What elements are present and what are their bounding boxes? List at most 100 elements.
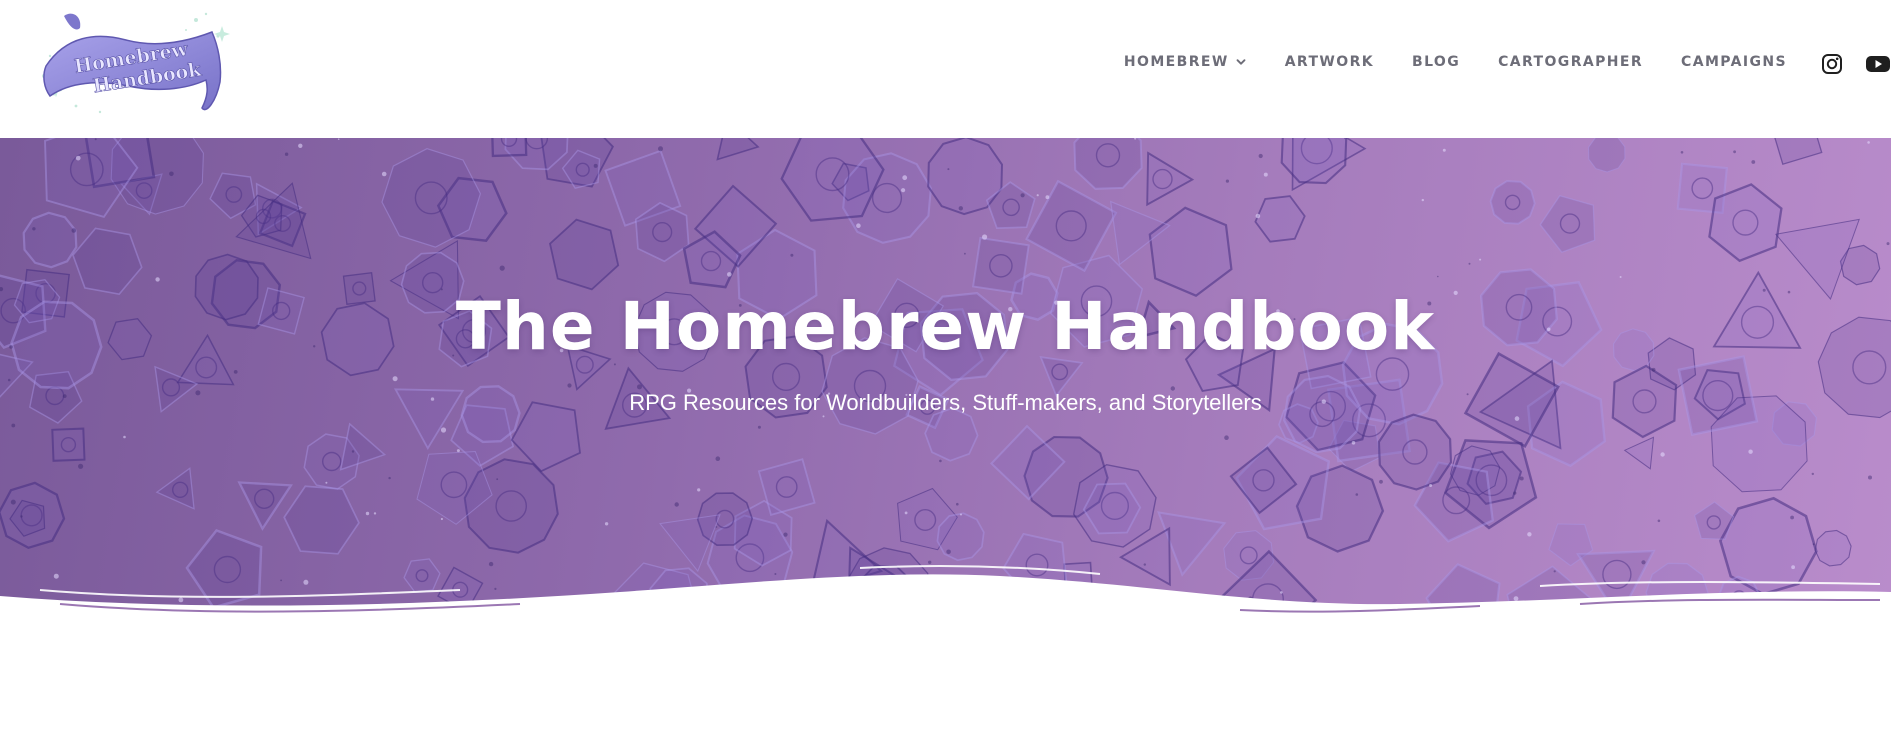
sparkle-dot <box>1379 479 1383 484</box>
instagram-icon[interactable] <box>1821 53 1843 75</box>
sparkle-dot <box>155 277 160 282</box>
sparkle-dot <box>1660 452 1665 457</box>
sparkle-dot <box>958 206 963 211</box>
sparkle-dot <box>284 152 289 156</box>
sparkle-dot <box>947 168 950 171</box>
sparkle-dot <box>697 488 701 492</box>
sparkle-dot <box>1619 276 1622 278</box>
sparkle-dot <box>75 155 81 161</box>
sparkle-dot <box>904 511 908 515</box>
dice-shape <box>339 422 387 471</box>
sparkle-dot <box>658 146 663 152</box>
hero-bottom-brush-edge <box>0 565 1891 618</box>
dice-shape <box>51 427 86 462</box>
dice-shape <box>22 211 78 269</box>
sparkle-dot <box>1258 153 1263 159</box>
nav-item-label: CARTOGRAPHER <box>1498 54 1644 70</box>
sparkle-dot <box>1811 472 1815 476</box>
nav-item-label: ARTWORK <box>1284 54 1374 70</box>
sparkle-dot <box>351 450 355 453</box>
youtube-icon[interactable] <box>1865 53 1891 75</box>
sparkle-dot <box>1255 213 1261 219</box>
sparkle-dot <box>392 376 398 382</box>
sparkle-dot <box>1733 150 1736 154</box>
sparkle-dot <box>790 253 794 257</box>
sparkle-dot <box>715 526 718 528</box>
sparkle-dot <box>727 272 732 277</box>
sparkle-dot <box>233 370 238 374</box>
site-header: Homebrew Handbook HOMEBREW ARTWORK BLOG … <box>0 0 1891 138</box>
sparkle-dot <box>964 252 966 255</box>
sparkle-dot <box>1437 275 1439 278</box>
sparkle-dot <box>901 188 906 193</box>
sparkle-dot <box>783 532 788 537</box>
dice-shape <box>1623 436 1655 470</box>
sparkle-dot <box>1479 258 1482 261</box>
nav-item-cartographer[interactable]: CARTOGRAPHER <box>1498 54 1643 70</box>
sparkle-dot <box>939 459 942 463</box>
dice-shape <box>1587 138 1626 173</box>
hero-subtitle: RPG Resources for Worldbuilders, Stuff-m… <box>629 390 1262 415</box>
sparkle-dot <box>674 502 679 507</box>
sparkle-dot <box>1045 195 1050 200</box>
sparkle-dot <box>567 383 572 388</box>
sparkle-dot <box>1519 476 1524 481</box>
sparkle-dot <box>715 456 721 462</box>
sparkle-dot <box>1886 242 1890 246</box>
dice-shape <box>155 467 195 510</box>
sparkle-dot <box>440 427 447 433</box>
sparkle-dot <box>1868 475 1872 480</box>
sparkle-dot <box>10 499 16 505</box>
dice-shape <box>549 218 620 291</box>
sparkle-dot <box>604 522 609 526</box>
page: Homebrew Handbook HOMEBREW ARTWORK BLOG … <box>0 0 1891 744</box>
sparkle-dot <box>960 513 962 516</box>
sparkle-dot <box>381 171 387 177</box>
sparkle-dot <box>1527 532 1532 537</box>
sparkle-dot <box>956 502 959 506</box>
sparkle-dot <box>1812 543 1815 546</box>
sparkle-dot <box>1751 160 1756 164</box>
sparkle-dot <box>593 163 598 168</box>
nav-item-label: CAMPAIGNS <box>1681 54 1787 70</box>
sparkle-dot <box>373 512 377 515</box>
nav-item-homebrew[interactable]: HOMEBREW <box>1124 54 1247 70</box>
sparkle-dot <box>856 223 861 228</box>
nav-item-campaigns[interactable]: CAMPAIGNS <box>1681 54 1787 70</box>
sparkle-dot <box>365 511 370 516</box>
sparkle-dot <box>1748 449 1753 454</box>
site-logo[interactable]: Homebrew Handbook <box>36 6 236 118</box>
dice-shape <box>283 485 360 555</box>
dice-shape <box>72 227 143 295</box>
sparkle-dot <box>388 476 391 480</box>
sparkle-dot <box>1790 515 1794 520</box>
sparkle-dot <box>1651 367 1656 372</box>
sparkle-dot <box>1442 148 1446 152</box>
dice-shape <box>1708 183 1783 263</box>
dice-shape <box>1489 180 1536 225</box>
social-links <box>1821 52 1891 76</box>
sparkle-dot <box>325 481 328 484</box>
nav-item-blog[interactable]: BLOG <box>1412 54 1460 70</box>
dice-shape <box>972 236 1030 295</box>
sparkle-dot <box>902 175 908 181</box>
sparkle-dot <box>1355 493 1359 496</box>
sparkle-dot <box>440 517 443 521</box>
sparkle-dot <box>1468 262 1471 265</box>
sparkle-dot <box>78 463 84 469</box>
main-nav: HOMEBREW ARTWORK BLOG CARTOGRAPHER CAMPA… <box>1124 52 1787 72</box>
chevron-down-icon <box>1236 59 1246 65</box>
sparkle-dot <box>1657 519 1661 523</box>
dice-shape <box>1073 138 1143 190</box>
sparkle-dot <box>1036 194 1039 197</box>
sparkle-dot <box>1680 151 1684 154</box>
sparkle-dot <box>499 265 505 271</box>
nav-item-artwork[interactable]: ARTWORK <box>1285 54 1374 70</box>
sparkle-dot <box>32 227 36 231</box>
sparkle-dot <box>71 228 77 233</box>
sparkle-dot <box>1867 141 1870 144</box>
sparkle-dot <box>169 171 174 177</box>
hero-banner: The Homebrew Handbook RPG Resources for … <box>0 138 1891 618</box>
sparkle-dot <box>1421 198 1425 202</box>
sparkle-dot <box>757 425 761 429</box>
